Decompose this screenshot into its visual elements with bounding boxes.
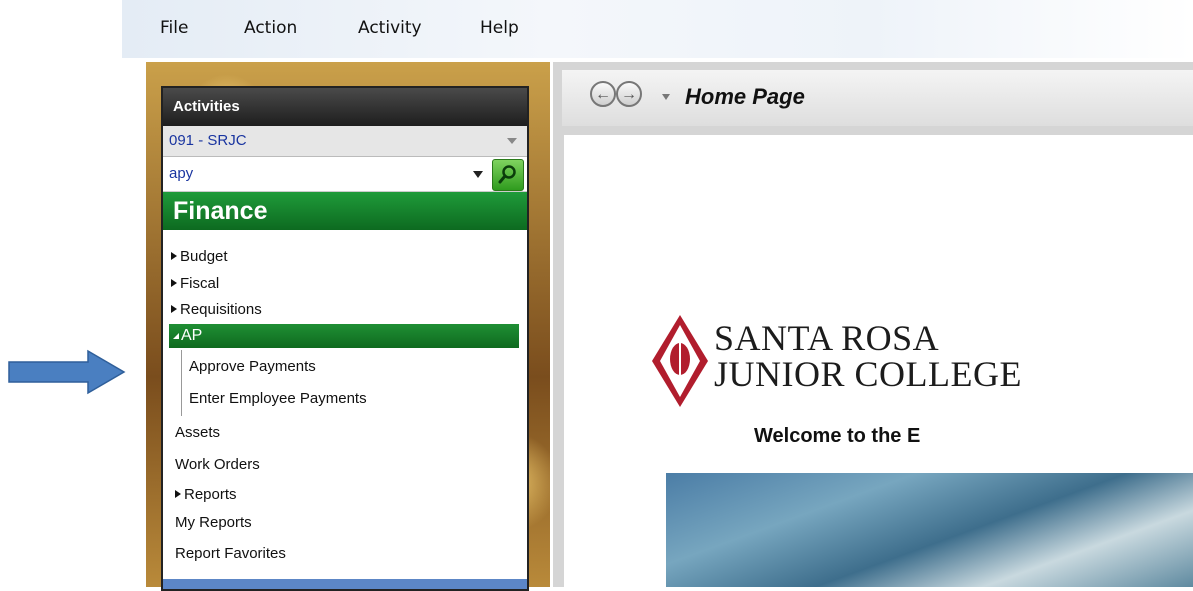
back-icon: ← [595, 86, 611, 103]
forward-icon: → [621, 86, 637, 103]
chevron-down-icon[interactable] [507, 138, 517, 144]
nav-label: Requisitions [180, 301, 262, 318]
nav-item-work-orders[interactable]: Work Orders [175, 456, 260, 473]
nav-item-my-reports[interactable]: My Reports [175, 514, 252, 531]
back-button[interactable]: ← [590, 81, 616, 107]
search-icon [498, 165, 516, 184]
nav-label: Fiscal [180, 275, 220, 292]
nav-item-ap[interactable]: AP [169, 324, 519, 348]
menu-activity[interactable]: Activity [358, 18, 422, 38]
menu-help[interactable]: Help [480, 18, 519, 38]
nav-label: AP [181, 327, 203, 344]
finance-header[interactable]: Finance [163, 192, 527, 230]
home-page-content: SANTA ROSA JUNIOR COLLEGE Welcome to the… [564, 135, 1193, 587]
activities-header: Activities [163, 88, 527, 126]
chevron-down-icon[interactable] [473, 171, 483, 178]
college-logo-icon [652, 315, 708, 407]
logo-line-1: SANTA ROSA [714, 318, 940, 358]
nav-item-reports[interactable]: Reports [175, 486, 237, 503]
welcome-heading: Welcome to the E [754, 425, 921, 447]
tree-connector [181, 350, 182, 416]
next-section-strip[interactable] [163, 579, 527, 589]
nav-item-assets[interactable]: Assets [175, 424, 220, 441]
banner-image [666, 473, 1193, 587]
nav-item-fiscal[interactable]: Fiscal [171, 275, 219, 292]
district-dropdown[interactable]: 091 - SRJC [163, 126, 527, 157]
college-logo-text: SANTA ROSA JUNIOR COLLEGE [714, 320, 1022, 392]
activity-search-dropdown[interactable]: apy [163, 157, 527, 192]
history-dropdown-icon[interactable] [662, 94, 670, 100]
activities-panel: Activities 091 - SRJC apy Finance Budget… [161, 86, 529, 591]
nav-item-requisitions[interactable]: Requisitions [171, 301, 262, 318]
expand-icon [171, 252, 177, 260]
activity-search-value[interactable]: apy [169, 165, 193, 182]
pointer-arrow-icon [8, 349, 126, 395]
forward-button[interactable]: → [616, 81, 642, 107]
menu-action[interactable]: Action [244, 18, 297, 38]
nav-item-approve-payments[interactable]: Approve Payments [189, 358, 316, 375]
logo-line-2: JUNIOR COLLEGE [714, 354, 1022, 394]
expand-icon [171, 279, 177, 287]
expand-icon [171, 305, 177, 313]
browser-toolbar: ← → Home Page [562, 70, 1193, 126]
nav-label: Reports [184, 486, 237, 503]
nav-item-budget[interactable]: Budget [171, 248, 228, 265]
search-button[interactable] [492, 159, 524, 191]
menu-bar: File Action Activity Help [122, 0, 1193, 58]
page-title: Home Page [685, 84, 805, 109]
nav-label: Budget [180, 248, 228, 265]
district-value: 091 - SRJC [169, 132, 247, 149]
nav-item-enter-employee-payments[interactable]: Enter Employee Payments [189, 390, 367, 407]
nav-item-report-favorites[interactable]: Report Favorites [175, 545, 286, 562]
expand-icon [175, 490, 181, 498]
menu-file[interactable]: File [160, 18, 188, 38]
collapse-icon [173, 333, 179, 339]
